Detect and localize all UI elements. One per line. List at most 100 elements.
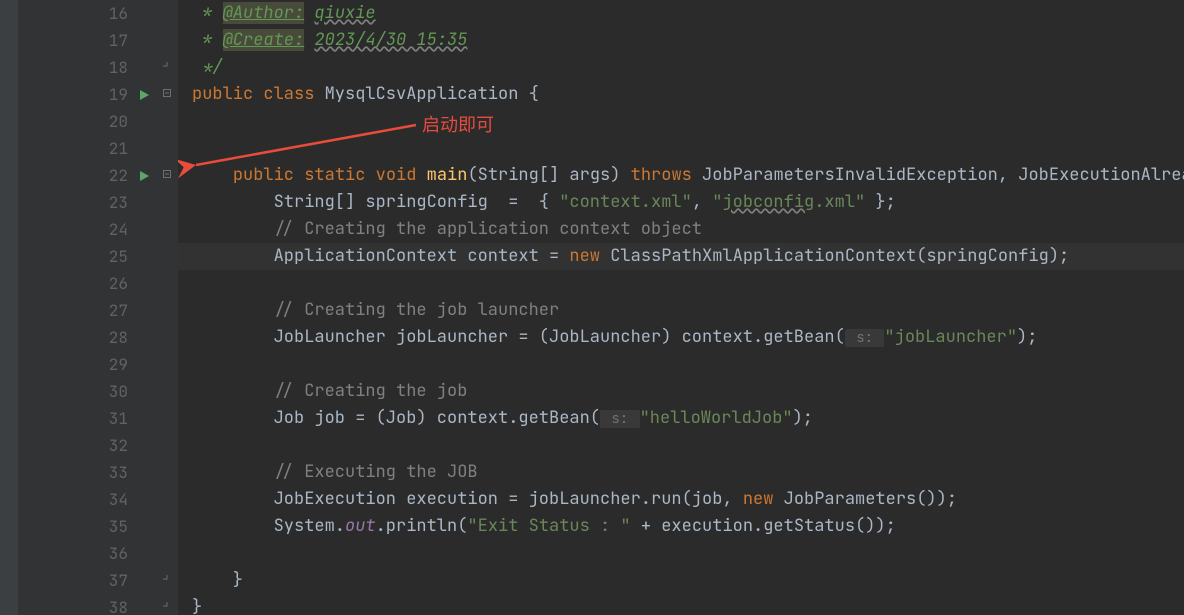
line-number[interactable]: 28 <box>88 324 130 351</box>
line-number[interactable]: 32 <box>88 432 130 459</box>
token: void <box>376 164 427 186</box>
gutter-row: 29 <box>18 351 178 378</box>
code-line[interactable]: JobLauncher jobLauncher = (JobLauncher) … <box>178 324 1184 351</box>
line-number[interactable]: 26 <box>88 270 130 297</box>
token: String[] springConfig = { <box>192 191 559 213</box>
code-line[interactable] <box>178 540 1184 567</box>
code-line[interactable]: public static void main(String[] args) t… <box>178 162 1184 189</box>
code-line[interactable]: // Creating the job launcher <box>178 297 1184 324</box>
code-line[interactable]: System.out.println("Exit Status : " + ex… <box>178 513 1184 540</box>
code-text[interactable]: ApplicationContext context = new ClassPa… <box>178 243 1069 270</box>
code-text[interactable]: } <box>178 594 202 615</box>
token: new <box>743 488 784 510</box>
line-number[interactable]: 16 <box>88 0 130 27</box>
code-text[interactable]: public class MysqlCsvApplication { <box>178 81 539 108</box>
code-line[interactable] <box>178 135 1184 162</box>
code-line[interactable] <box>178 270 1184 297</box>
code-text[interactable]: // Creating the job <box>178 378 467 405</box>
fold-start-icon[interactable] <box>163 81 171 108</box>
code-text[interactable]: JobLauncher jobLauncher = (JobLauncher) … <box>178 324 1037 352</box>
code-text[interactable]: */ <box>178 54 223 81</box>
code-line[interactable]: String[] springConfig = { "context.xml",… <box>178 189 1184 216</box>
code-text[interactable]: String[] springConfig = { "context.xml",… <box>178 189 896 216</box>
fold-gutter[interactable] <box>158 594 176 615</box>
gutter-row: 32 <box>18 432 178 459</box>
code-line[interactable]: JobExecution execution = jobLauncher.run… <box>178 486 1184 513</box>
run-icon[interactable] <box>138 170 150 182</box>
line-number[interactable]: 25 <box>88 243 130 270</box>
line-number[interactable]: 36 <box>88 540 130 567</box>
line-number[interactable]: 34 <box>88 486 130 513</box>
code-text[interactable]: * @Author: qiuxie <box>178 0 376 27</box>
code-text[interactable]: System.out.println("Exit Status : " + ex… <box>178 513 896 540</box>
token: // Executing the JOB <box>274 461 478 483</box>
code-line[interactable]: // Executing the JOB <box>178 459 1184 486</box>
code-editor[interactable]: 启动即可 * @Author: qiuxie * @Create: 2023/4… <box>178 0 1184 615</box>
code-line[interactable] <box>178 108 1184 135</box>
token: s: <box>845 329 885 347</box>
line-number[interactable]: 17 <box>88 27 130 54</box>
line-number[interactable]: 19 <box>88 81 130 108</box>
code-line[interactable]: */ <box>178 54 1184 81</box>
gutter-row: 26 <box>18 270 178 297</box>
line-number[interactable]: 30 <box>88 378 130 405</box>
code-line[interactable]: public class MysqlCsvApplication { <box>178 81 1184 108</box>
line-number[interactable]: 29 <box>88 351 130 378</box>
code-line[interactable]: Job job = (Job) context.getBean( s: "hel… <box>178 405 1184 432</box>
run-gutter[interactable] <box>130 170 158 182</box>
fold-gutter[interactable] <box>158 567 176 594</box>
code-line[interactable] <box>178 351 1184 378</box>
token <box>192 299 274 321</box>
code-line[interactable]: // Creating the application context obje… <box>178 216 1184 243</box>
code-text[interactable]: } <box>178 567 243 594</box>
code-line[interactable] <box>178 432 1184 459</box>
code-text[interactable]: Job job = (Job) context.getBean( s: "hel… <box>178 405 813 433</box>
gutter-row: 16 <box>18 0 178 27</box>
code-text[interactable]: public static void main(String[] args) t… <box>178 162 1184 189</box>
line-number[interactable]: 33 <box>88 459 130 486</box>
code-line[interactable]: * @Author: qiuxie <box>178 0 1184 27</box>
line-number[interactable]: 24 <box>88 216 130 243</box>
line-number[interactable]: 31 <box>88 405 130 432</box>
line-number[interactable]: 21 <box>88 135 130 162</box>
line-number[interactable]: 23 <box>88 189 130 216</box>
token: public <box>192 83 263 105</box>
code-line[interactable]: } <box>178 594 1184 615</box>
fold-gutter[interactable] <box>158 162 176 189</box>
line-number[interactable]: 22 <box>88 162 130 189</box>
line-number[interactable]: 35 <box>88 513 130 540</box>
code-line[interactable]: } <box>178 567 1184 594</box>
token: + execution.getStatus()); <box>631 515 896 537</box>
code-line[interactable]: // Creating the job <box>178 378 1184 405</box>
line-number[interactable]: 37 <box>88 567 130 594</box>
line-number[interactable]: 18 <box>88 54 130 81</box>
run-icon[interactable] <box>138 89 150 101</box>
fold-gutter[interactable] <box>158 81 176 108</box>
code-text[interactable]: // Executing the JOB <box>178 459 478 486</box>
code-text[interactable]: * @Create: 2023/4/30 15:35 <box>178 27 467 54</box>
code-text[interactable]: // Creating the application context obje… <box>178 216 702 243</box>
fold-end-icon[interactable] <box>163 567 171 594</box>
run-gutter[interactable] <box>130 89 158 101</box>
fold-gutter[interactable] <box>158 54 176 81</box>
token: JobExecutionAlready <box>1018 164 1184 186</box>
line-number[interactable]: 20 <box>88 108 130 135</box>
code-line[interactable]: * @Create: 2023/4/30 15:35 <box>178 27 1184 54</box>
code-text[interactable]: JobExecution execution = jobLauncher.run… <box>178 486 957 513</box>
project-tool-strip[interactable] <box>0 0 18 615</box>
token: }; <box>865 191 896 213</box>
fold-end-icon[interactable] <box>163 54 171 81</box>
gutter-row: 35 <box>18 513 178 540</box>
code-text[interactable]: // Creating the job launcher <box>178 297 559 324</box>
token: ApplicationContext context = <box>192 245 569 267</box>
token: MysqlCsvApplication <box>325 83 529 105</box>
code-line[interactable]: ApplicationContext context = new ClassPa… <box>178 243 1184 270</box>
gutter-row: 33 <box>18 459 178 486</box>
token: @Author: <box>223 2 305 24</box>
token: "context.xml" <box>559 191 692 213</box>
line-number[interactable]: 38 <box>88 594 130 615</box>
fold-end-icon[interactable] <box>163 594 171 615</box>
line-number[interactable]: 27 <box>88 297 130 324</box>
token: out <box>345 515 376 537</box>
fold-start-icon[interactable] <box>163 162 171 189</box>
